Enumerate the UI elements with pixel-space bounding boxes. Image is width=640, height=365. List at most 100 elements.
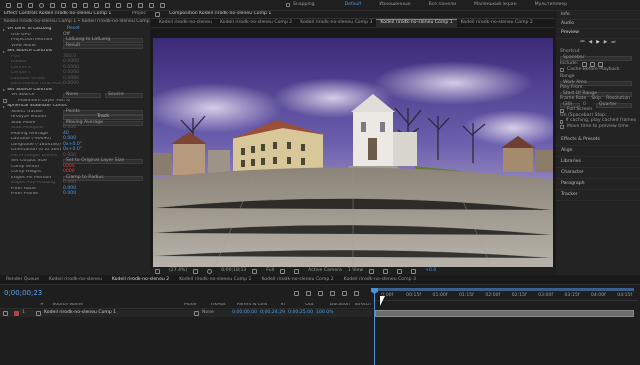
pen-tool-icon[interactable]	[94, 2, 99, 8]
panel-tab-character[interactable]: Character	[556, 168, 640, 179]
resolution-dropdown[interactable]: Quarter	[596, 102, 632, 108]
selection-tool-icon[interactable]	[17, 2, 22, 8]
workspace-1[interactable]: Изношенные	[379, 2, 410, 8]
zoom-tool-icon[interactable]	[39, 2, 44, 8]
rectangle-tool-icon[interactable]	[83, 2, 88, 8]
twirl-icon[interactable]	[3, 50, 5, 53]
camera-tool-icon[interactable]	[61, 2, 66, 8]
zoom-level[interactable]: (27.4%)	[169, 268, 187, 274]
current-time[interactable]: 0;00;18;13	[221, 268, 246, 274]
timeline-timecode[interactable]: 0;00;00;23	[4, 289, 42, 297]
next-frame-icon[interactable]: ▶	[604, 41, 608, 46]
project-tab[interactable]: Projec	[132, 12, 146, 17]
timeline-column-header[interactable]: Mode	[184, 303, 210, 308]
cache-checkbox[interactable]	[560, 68, 564, 73]
resolution-select[interactable]: Full	[266, 268, 274, 274]
effect-controls-tab[interactable]: Effect Controls Kodeil rirodk-no-sleneu …	[4, 12, 111, 17]
brush-tool-icon[interactable]	[116, 2, 121, 8]
first-frame-icon[interactable]: ⏮	[581, 41, 585, 46]
panorama-image[interactable]	[151, 38, 555, 272]
timeline-column-header[interactable]: Parent & Link	[237, 303, 281, 308]
timeline-column-header[interactable]: TrkMat	[210, 303, 236, 308]
layer-stretch[interactable]: 100.0%	[316, 311, 334, 316]
effect-row-value[interactable]: 0.0000	[63, 82, 79, 87]
composition-tab[interactable]: Kodeil rirodk-no-sleneu Comp 1	[376, 19, 457, 27]
audio-panel-tab[interactable]: Audio	[556, 20, 640, 29]
eraser-tool-icon[interactable]	[138, 2, 143, 8]
graph-editor-icon[interactable]	[354, 290, 359, 296]
color-icon[interactable]	[207, 268, 213, 274]
fast-preview-icon[interactable]	[383, 268, 389, 274]
clone-tool-icon[interactable]	[127, 2, 132, 8]
exposure-value[interactable]: +0.0	[425, 268, 436, 274]
snapshot-icon[interactable]	[155, 268, 160, 274]
layer-row[interactable]: 1 Kodeil rirodk-no-sleneu Comp 1 None 0;…	[0, 310, 372, 317]
panel-tab-libraries[interactable]: Libraries	[556, 157, 640, 168]
layer-duration[interactable]: 0;00;25;00	[288, 311, 316, 316]
timeline-column-header[interactable]: Out	[305, 303, 330, 308]
camera-snapshot-icon[interactable]	[252, 268, 258, 274]
timeline-tab[interactable]: Kodeil rirodk-no-sleneu Comp 2	[261, 277, 333, 283]
frame-blending-icon[interactable]	[330, 290, 335, 296]
timeline-column-header[interactable]: #	[40, 303, 52, 308]
current-time-indicator[interactable]	[374, 288, 375, 365]
layer-in[interactable]: 0;00;00;00	[232, 311, 260, 316]
type-tool-icon[interactable]	[105, 2, 110, 8]
preview-panel-tab[interactable]: Preview	[556, 29, 640, 39]
timeline-tab[interactable]: Kodeil rirodk-no-sleneu Comp 3	[344, 277, 416, 283]
timeline-column-header[interactable]: Source Name	[52, 303, 184, 308]
info-panel-tab[interactable]: Info	[556, 11, 640, 20]
transparency-grid-icon[interactable]	[294, 268, 300, 274]
twirl-icon[interactable]	[3, 28, 5, 31]
effect-row-dropdown-2[interactable]: Source	[105, 93, 143, 99]
time-ruler[interactable]: 0:00f 00:15f 01:00f 01:15f 02:00f 02:15f 03:00…	[374, 292, 638, 301]
composition-tab[interactable]: Kodeil rirodk-no-sleneu Comp 2	[216, 19, 296, 27]
view-layout-select[interactable]: 1 View	[348, 268, 363, 274]
panel-tab-tracker[interactable]: Tracker	[556, 190, 640, 201]
last-frame-icon[interactable]: ⏭	[611, 41, 615, 46]
workspace-4[interactable]: Мультиплеер	[535, 2, 568, 8]
workspace-3[interactable]: Маленький экран	[474, 2, 517, 8]
tool-icons[interactable]	[0, 2, 168, 8]
panel-tab-align[interactable]: Align	[556, 146, 640, 157]
work-area-bar[interactable]	[374, 288, 634, 291]
play-cached-checkbox[interactable]	[560, 119, 563, 124]
layer-duration-bar[interactable]	[375, 310, 634, 317]
parent-pickwhip-icon[interactable]	[194, 311, 199, 316]
workspace-2[interactable]: Все панели	[429, 2, 457, 8]
hand-tool-icon[interactable]	[28, 2, 33, 8]
timeline-tab[interactable]: Kodeil rirodk-no-sleneu 2	[112, 277, 169, 283]
play-icon[interactable]: ▶	[596, 41, 600, 46]
label-color-swatch[interactable]	[14, 311, 19, 316]
rotate-tool-icon[interactable]	[50, 2, 55, 8]
composition-tab[interactable]: Kodeil rirodk-no-sleneu Comp 3	[296, 19, 376, 27]
timeline-tab[interactable]: Render Queue	[6, 277, 39, 283]
motion-blur-icon[interactable]	[342, 290, 347, 296]
timeline-column-header[interactable]: Stretch	[354, 303, 372, 308]
composition-viewer[interactable]	[151, 38, 555, 272]
effect-row-dropdown[interactable]: Result	[63, 43, 143, 49]
effect-row-dropdown[interactable]: Set to Original Layer Size	[63, 159, 143, 165]
draft-3d-icon[interactable]	[306, 290, 311, 296]
layer-name[interactable]: Kodeil rirodk-no-sleneu Comp 1	[44, 311, 174, 316]
comp-mini-flowchart-icon[interactable]	[294, 290, 299, 296]
composition-tab[interactable]: Kodeil rirodk-no-sleneu Comp 2	[457, 19, 537, 27]
puppet-tool-icon[interactable]	[160, 2, 165, 8]
composition-tab[interactable]: Kodeil rirodk-no-sleneu	[155, 19, 216, 27]
layer-out[interactable]: 0;00;24;29	[260, 311, 288, 316]
timeline-tab[interactable]: Kodeil rirodk-no-sleneu Comp 1	[179, 277, 251, 283]
move-time-checkbox[interactable]	[560, 125, 564, 130]
workspace-switcher[interactable]: Default Изношенные Все панели Маленький экр…	[345, 2, 568, 8]
twirl-icon[interactable]	[3, 105, 5, 108]
visibility-eye-icon[interactable]	[3, 311, 8, 316]
toggle-pixel-icon[interactable]	[369, 268, 375, 274]
home-icon[interactable]	[6, 2, 11, 8]
prev-frame-icon[interactable]: ◀	[589, 41, 593, 46]
active-camera-select[interactable]: Active Camera	[308, 268, 342, 274]
shortcut-dropdown[interactable]: Spacebar	[560, 55, 632, 61]
timeline-column-header[interactable]: In	[281, 303, 306, 308]
workspace-0[interactable]: Default	[345, 2, 362, 8]
effect-row-checkbox[interactable]	[3, 99, 7, 104]
effect-row-dropdown[interactable]: None	[63, 93, 101, 99]
timeline-column-header[interactable]: Duration	[330, 303, 355, 308]
